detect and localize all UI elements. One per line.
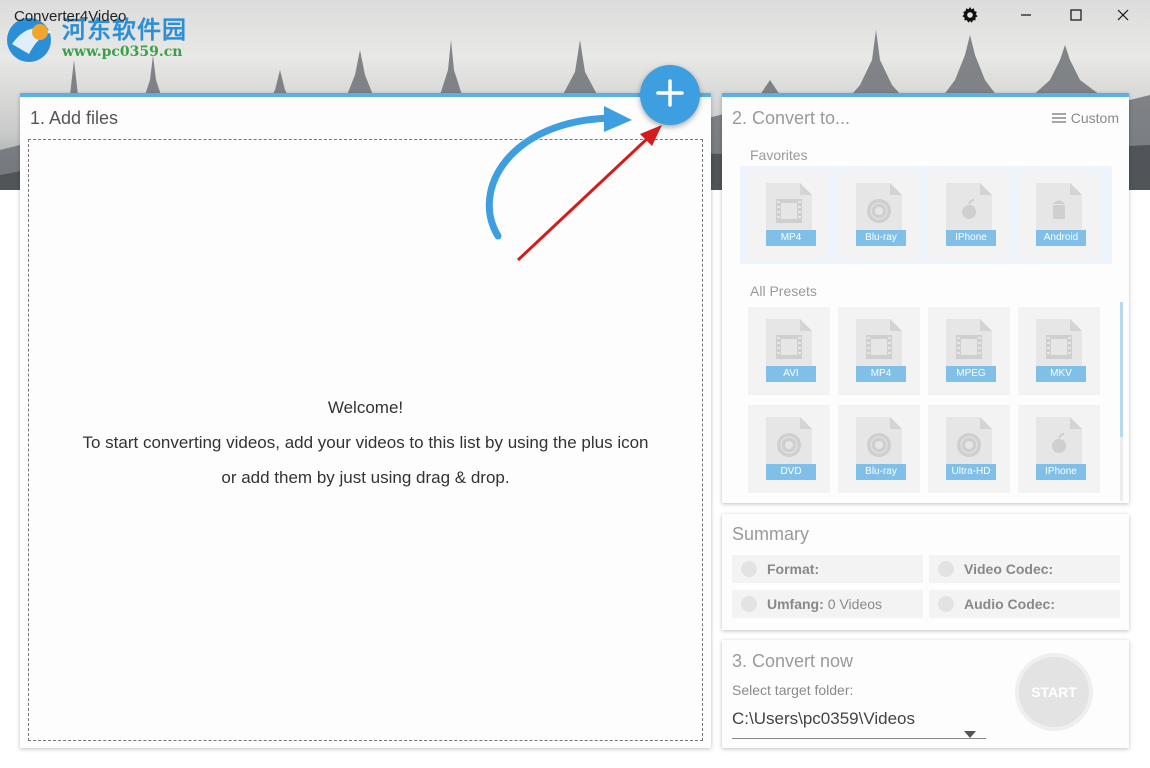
preset-tile-iphone[interactable]: IPhone [1018,405,1100,493]
app-window: 河东软件园 www.pc0359.cn Converter4Video 1. A… [0,0,1150,768]
preset-tile-iphone[interactable]: IPhone [928,171,1010,259]
add-files-button[interactable] [640,65,700,125]
file-dropzone[interactable]: Welcome! To start converting videos, add… [28,139,703,741]
welcome-instructions-2: or add them by just using drag & drop. [221,468,510,487]
check-icon [938,561,954,577]
custom-button[interactable]: Custom [1051,110,1119,126]
maximize-icon [1070,8,1082,26]
preset-tile-blu-ray[interactable]: Blu-ray [838,405,920,493]
start-button[interactable]: START [1019,657,1089,727]
gear-icon [962,6,978,28]
preset-label: IPhone [946,230,996,246]
convert-to-title: 2. Convert to... [732,108,851,128]
target-folder-select[interactable]: C:\Users\pc0359\Videos [732,703,986,739]
preset-label: MP4 [766,230,816,246]
preset-label: Blu-ray [856,464,906,480]
preset-label: MKV [1036,366,1086,382]
preset-label: Android [1036,230,1086,246]
preset-label: AVI [766,366,816,382]
umfang-value: 0 Videos [827,596,883,612]
add-files-title: 1. Add files [30,108,119,128]
summary-umfang: Umfang: 0 Videos [732,590,923,618]
convert-now-title: 3. Convert now [732,651,854,671]
target-folder-label: Select target folder: [732,682,854,698]
preset-label: IPhone [1036,464,1086,480]
preset-tile-mp4[interactable]: MP4 [838,307,920,395]
window-title: Converter4Video [14,8,127,25]
preset-label: DVD [766,464,816,480]
target-folder-value: C:\Users\pc0359\Videos [732,709,916,728]
convert-to-panel: 2. Convert to... Custom Favorites MP4 Blu… [722,93,1129,503]
preset-label: MPEG [946,366,996,382]
watermark-url: www.pc0359.cn [62,44,183,60]
summary-format: Format: [732,555,923,583]
favorites-label: Favorites [750,147,808,163]
preset-label: MP4 [856,366,906,382]
convert-now-panel: 3. Convert now Select target folder: C:\… [722,640,1129,748]
chevron-down-icon [964,717,976,749]
preset-label: Blu-ray [856,230,906,246]
video-codec-label: Video Codec: [964,561,1054,577]
presets-scrollbar-thumb[interactable] [1120,302,1123,437]
close-icon [1117,8,1129,26]
all-presets-label: All Presets [750,283,817,299]
check-icon [741,596,757,612]
minimize-icon [1020,8,1032,26]
preset-tile-mkv[interactable]: MKV [1018,307,1100,395]
maximize-button[interactable] [1062,4,1090,30]
summary-audio-codec: Audio Codec: [929,590,1120,618]
preset-tile-dvd[interactable]: DVD [748,405,830,493]
welcome-heading: Welcome! [327,398,404,417]
minimize-button[interactable] [1012,4,1040,30]
start-label: START [1031,684,1077,700]
preset-tile-android[interactable]: Android [1018,171,1100,259]
preset-tile-mp4[interactable]: MP4 [748,171,830,259]
check-icon [741,561,757,577]
presets-scrollbar-track[interactable] [1120,437,1123,501]
preset-label: Ultra-HD [946,464,996,480]
check-icon [938,596,954,612]
settings-button[interactable] [956,4,984,30]
umfang-label: Umfang: [767,596,824,612]
add-files-panel: 1. Add files Welcome! To start convertin… [20,93,711,748]
format-label: Format: [767,561,820,577]
summary-title: Summary [732,524,810,544]
preset-tile-mpeg[interactable]: MPEG [928,307,1010,395]
custom-label: Custom [1070,110,1119,126]
menu-icon [1051,110,1066,126]
preset-tile-blu-ray[interactable]: Blu-ray [838,171,920,259]
plus-icon [656,78,684,112]
preset-tile-avi[interactable]: AVI [748,307,830,395]
welcome-instructions-1: To start converting videos, add your vid… [82,433,649,452]
welcome-message: Welcome! To start converting videos, add… [29,390,702,495]
preset-tile-ultra-hd[interactable]: Ultra-HD [928,405,1010,493]
close-button[interactable] [1109,4,1137,30]
audio-codec-label: Audio Codec: [964,596,1055,612]
summary-video-codec: Video Codec: [929,555,1120,583]
summary-panel: Summary Format: Video Codec: Umfang: 0 V… [722,514,1129,630]
